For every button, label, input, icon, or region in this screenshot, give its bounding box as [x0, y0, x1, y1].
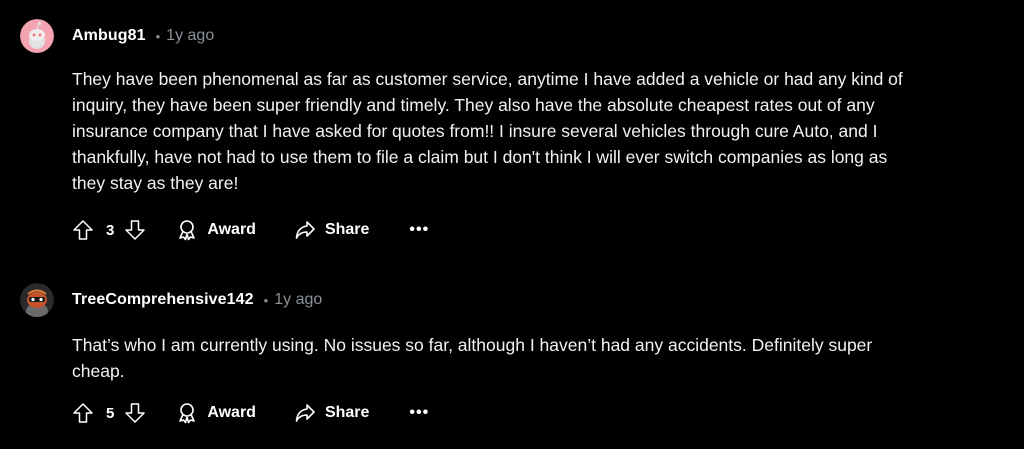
award-label: Award: [207, 221, 256, 238]
downvote-button[interactable]: [124, 402, 146, 424]
timestamp[interactable]: 1y ago: [166, 27, 214, 45]
comment-line: insurance company that I have asked for …: [72, 121, 878, 141]
upvote-button[interactable]: [72, 219, 94, 241]
share-icon: [295, 404, 315, 422]
share-label: Share: [324, 221, 370, 238]
comment-line: thankfully, have not had to use them to …: [72, 147, 888, 167]
snoo-avatar-icon: [20, 19, 54, 53]
downvote-arrow-icon: [125, 220, 146, 240]
separator-dot: •: [263, 292, 269, 308]
comment-line: inquiry, they have been super friendly a…: [72, 95, 875, 115]
share-icon: [295, 221, 315, 239]
vote-count: 5: [106, 404, 115, 422]
vote-count: 3: [106, 221, 115, 239]
comment-line: they stay as they are!: [72, 173, 239, 193]
share-button[interactable]: Share: [294, 219, 369, 241]
comment-line: cheap.: [72, 361, 125, 381]
comment-actions: 3 Award Share •••: [72, 215, 429, 245]
comment-line: They have been phenomenal as far as cust…: [72, 69, 903, 89]
award-button[interactable]: Award: [176, 219, 256, 241]
comment-body: That’s who I am currently using. No issu…: [72, 332, 1012, 384]
award-icon: [179, 403, 196, 424]
username[interactable]: Ambug81: [72, 27, 146, 45]
more-options-button[interactable]: •••: [409, 404, 429, 422]
username[interactable]: TreeComprehensive142: [72, 291, 254, 309]
upvote-button[interactable]: [72, 402, 94, 424]
share-button[interactable]: Share: [294, 402, 369, 424]
avatar[interactable]: [20, 19, 54, 53]
comment-line: That’s who I am currently using. No issu…: [72, 335, 873, 355]
downvote-button[interactable]: [124, 219, 146, 241]
more-options-button[interactable]: •••: [409, 221, 429, 239]
upvote-arrow-icon: [73, 220, 93, 240]
award-button[interactable]: Award: [176, 402, 256, 424]
separator-dot: •: [155, 28, 161, 44]
comment-header: Ambug81 • 1y ago: [20, 19, 214, 53]
comment-actions: 5 Award Share •••: [72, 398, 429, 428]
timestamp[interactable]: 1y ago: [274, 291, 322, 309]
share-label: Share: [324, 404, 370, 421]
custom-snoo-avatar-icon: [20, 283, 54, 317]
downvote-arrow-icon: [125, 403, 146, 423]
award-label: Award: [207, 404, 256, 421]
comment-body: They have been phenomenal as far as cust…: [72, 66, 1012, 196]
comment-header: TreeComprehensive142 • 1y ago: [20, 283, 322, 317]
avatar[interactable]: [20, 283, 54, 317]
award-icon: [179, 220, 196, 241]
more-options-icon: •••: [409, 404, 430, 421]
upvote-arrow-icon: [73, 403, 93, 423]
more-options-icon: •••: [409, 221, 430, 238]
